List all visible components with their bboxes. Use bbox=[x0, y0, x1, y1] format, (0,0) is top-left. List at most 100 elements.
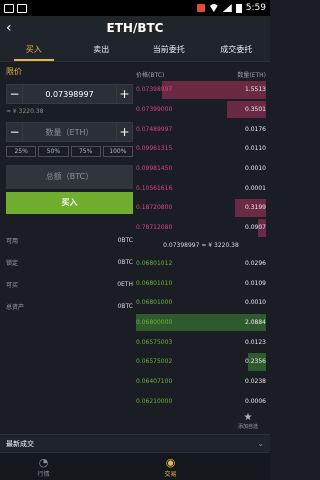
ask-quantity: 0.0907 bbox=[245, 224, 266, 232]
ask-quantity: 0.3199 bbox=[245, 204, 266, 212]
order-book-header: 价格(BTC) 数量(ETH) bbox=[136, 70, 266, 80]
amount-plus-button[interactable]: + bbox=[117, 123, 132, 141]
order-book: 价格(BTC) 数量(ETH) 0.07398997 1.5513 0.073990… bbox=[136, 70, 266, 411]
ask-list: 0.07398997 1.5513 0.07399000 0.3501 0.074899… bbox=[136, 80, 266, 238]
ask-price: 0.09981450 bbox=[136, 165, 173, 173]
order-type-label[interactable]: 限价 bbox=[6, 66, 133, 77]
buy-button[interactable]: 买入 bbox=[6, 192, 133, 214]
balance-row: 可用 0BTC bbox=[6, 229, 133, 251]
recent-trades-bar[interactable]: 最新成交 ⌄ bbox=[0, 434, 270, 452]
balance-row: 总资产 0BTC bbox=[6, 295, 133, 317]
bid-price: 0.06575002 bbox=[136, 358, 173, 366]
balance-row: 可买 0ETH bbox=[6, 273, 133, 295]
percent-50-button[interactable]: 50% bbox=[38, 146, 69, 157]
wifi-icon bbox=[208, 4, 219, 12]
bid-row[interactable]: 0.06407100 0.0238 bbox=[136, 372, 266, 392]
ask-price: 0.18720800 bbox=[136, 204, 173, 212]
chevron-down-icon: ⌄ bbox=[257, 439, 264, 448]
nav-trade[interactable]: ◉ 交易 bbox=[127, 453, 214, 480]
ask-row[interactable]: 0.78712080 0.0907 bbox=[136, 218, 266, 238]
bid-row[interactable]: 0.06575002 0.2356 bbox=[136, 352, 266, 372]
ask-quantity: 0.0010 bbox=[245, 165, 266, 173]
total-input[interactable]: 总额（BTC） bbox=[6, 165, 133, 189]
chart-icon: ◔ bbox=[38, 456, 49, 469]
balance-value: 0ETH bbox=[117, 280, 133, 288]
battery-icon bbox=[235, 3, 242, 13]
order-form: 限价 − 0.07398997 + ≈ ¥ 3220.38 − 数量（ETH） … bbox=[6, 66, 133, 317]
bid-quantity: 0.0006 bbox=[245, 397, 266, 405]
tab-sell[interactable]: 卖出 bbox=[68, 40, 136, 61]
price-plus-button[interactable]: + bbox=[117, 85, 132, 103]
add-favorite-button[interactable]: ★ 添加自选 bbox=[238, 412, 258, 430]
balance-label: 总资产 bbox=[6, 303, 25, 311]
app-notification-icon bbox=[4, 3, 14, 13]
notification-badge-icon bbox=[196, 4, 205, 12]
percent-75-button[interactable]: 75% bbox=[70, 146, 101, 157]
bid-row[interactable]: 0.06800000 2.0884 bbox=[136, 313, 266, 333]
ask-quantity: 0.0176 bbox=[245, 125, 266, 133]
nav-market[interactable]: ◔ 行情 bbox=[0, 453, 87, 480]
tab-filled-orders[interactable]: 成交委托 bbox=[203, 40, 271, 61]
price-stepper: − 0.07398997 + bbox=[6, 84, 133, 104]
bid-quantity: 0.2356 bbox=[245, 358, 266, 366]
ask-row[interactable]: 0.09981450 0.0010 bbox=[136, 159, 266, 179]
ask-row[interactable]: 0.07398997 1.5513 bbox=[136, 80, 266, 100]
price-approx-cny: ≈ ¥ 3220.38 bbox=[6, 108, 44, 115]
recent-trades-label: 最新成交 bbox=[6, 439, 34, 448]
page-title: ETH/BTC bbox=[106, 21, 164, 35]
last-price[interactable]: 0.07398997 ≈ ¥ 3220.38 bbox=[136, 238, 266, 254]
balance-value: 0BTC bbox=[117, 236, 133, 244]
app-notification-icon bbox=[17, 3, 27, 13]
quantity-column-header: 数量(ETH) bbox=[237, 72, 266, 79]
add-favorite-label: 添加自选 bbox=[237, 424, 258, 430]
bid-price: 0.06801000 bbox=[136, 299, 173, 307]
percent-100-button[interactable]: 100% bbox=[102, 146, 133, 157]
amount-input[interactable]: 数量（ETH） bbox=[22, 123, 117, 141]
ask-quantity: 0.3501 bbox=[245, 106, 266, 114]
trade-icon: ◉ bbox=[165, 456, 176, 469]
bid-price: 0.06800000 bbox=[136, 318, 173, 326]
bid-price: 0.06801010 bbox=[136, 279, 173, 287]
balance-list: 可用 0BTC 锁定 0BTC 可买 0ETH 总资产 0BTC bbox=[6, 229, 133, 317]
bid-row[interactable]: 0.06210000 0.0006 bbox=[136, 391, 266, 411]
ask-price: 0.09961315 bbox=[136, 145, 173, 153]
ask-row[interactable]: 0.07489997 0.0176 bbox=[136, 119, 266, 139]
ask-price: 0.07398997 bbox=[136, 86, 173, 94]
ask-row[interactable]: 0.10561616 0.0001 bbox=[136, 178, 266, 198]
ask-quantity: 0.0001 bbox=[245, 184, 266, 192]
bid-list: 0.06801012 0.0296 0.06801010 0.0109 0.068010… bbox=[136, 254, 266, 412]
trade-tabs: 买入 卖出 当前委托 成交委托 bbox=[0, 40, 270, 62]
back-arrow-icon[interactable]: ‹ bbox=[6, 20, 12, 36]
tab-buy[interactable]: 买入 bbox=[0, 40, 68, 61]
amount-minus-button[interactable]: − bbox=[7, 123, 22, 141]
ask-row[interactable]: 0.09961315 0.0110 bbox=[136, 139, 266, 159]
balance-label: 可买 bbox=[6, 281, 19, 289]
status-bar: 5:59 bbox=[0, 0, 270, 16]
price-minus-button[interactable]: − bbox=[7, 85, 22, 103]
ask-price: 0.07399000 bbox=[136, 106, 173, 114]
bid-quantity: 0.0109 bbox=[245, 279, 266, 287]
bid-row[interactable]: 0.06801010 0.0109 bbox=[136, 273, 266, 293]
tab-open-orders[interactable]: 当前委托 bbox=[135, 40, 203, 61]
bid-quantity: 2.0884 bbox=[245, 318, 266, 326]
bid-quantity: 0.0010 bbox=[245, 299, 266, 307]
star-icon: ★ bbox=[243, 412, 253, 423]
bid-row[interactable]: 0.06801012 0.0296 bbox=[136, 254, 266, 274]
ask-row[interactable]: 0.18720800 0.3199 bbox=[136, 198, 266, 218]
bid-quantity: 0.0296 bbox=[245, 259, 266, 267]
bid-row[interactable]: 0.06575003 0.0123 bbox=[136, 332, 266, 352]
balance-value: 0BTC bbox=[117, 258, 133, 266]
bid-price: 0.06210000 bbox=[136, 397, 173, 405]
signal-icon bbox=[222, 4, 232, 12]
balance-label: 锁定 bbox=[6, 259, 19, 267]
percent-25-button[interactable]: 25% bbox=[6, 146, 37, 157]
status-time: 5:59 bbox=[245, 3, 266, 13]
bid-quantity: 0.0123 bbox=[245, 338, 266, 346]
ask-row[interactable]: 0.07399000 0.3501 bbox=[136, 100, 266, 120]
nav-trade-label: 交易 bbox=[164, 471, 177, 478]
bid-row[interactable]: 0.06801000 0.0010 bbox=[136, 293, 266, 313]
price-input[interactable]: 0.07398997 bbox=[22, 85, 117, 103]
app-header: ‹ ETH/BTC bbox=[0, 16, 270, 40]
bid-price: 0.06575003 bbox=[136, 338, 173, 346]
price-column-header: 价格(BTC) bbox=[136, 72, 165, 79]
